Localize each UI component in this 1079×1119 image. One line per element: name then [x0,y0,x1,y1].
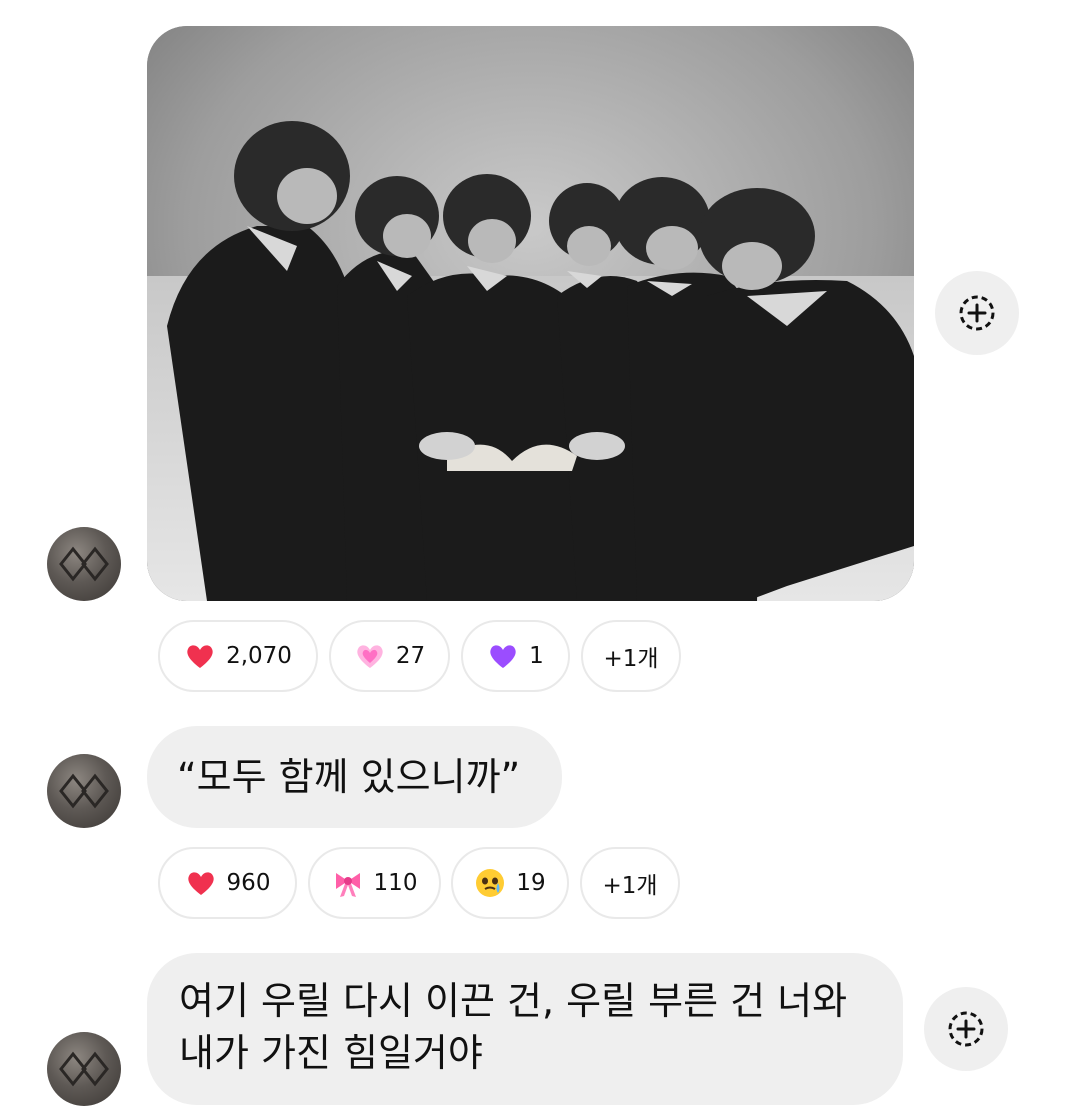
add-reaction-icon [959,295,995,331]
logo-icon [59,773,109,809]
reaction-chip[interactable]: 110 [308,847,441,919]
reaction-count: 1 [529,643,544,669]
avatar[interactable] [47,754,121,828]
add-reaction-icon [948,1011,984,1047]
reaction-chip[interactable]: 2,070 [158,620,318,692]
avatar[interactable] [47,527,121,601]
group-photo-image [147,26,914,601]
more-reactions-label: +1개 [603,646,659,672]
more-reactions-chip[interactable]: +1개 [580,847,680,919]
more-reactions-label: +1개 [602,873,658,899]
logo-icon [59,1051,109,1087]
red-heart-icon [185,867,217,899]
reaction-chip[interactable]: 1 [461,620,570,692]
red-heart-icon [184,640,216,672]
message-text: “모두 함께 있으니까” [177,755,521,799]
purple-heart-icon [487,640,519,672]
reaction-count: 27 [395,643,426,669]
more-reactions-chip[interactable]: +1개 [581,620,681,692]
reaction-chip[interactable]: 27 [329,620,450,692]
chat-thread: 2,070 27 1 +1개 “모두 함께 있으니까” 960 110 19 +… [0,0,1079,1119]
add-reaction-button[interactable] [924,987,1008,1071]
photo-message[interactable] [147,26,914,601]
reaction-count: 110 [373,870,418,896]
reaction-count: 19 [516,870,546,896]
add-reaction-button[interactable] [935,271,1019,355]
reaction-count: 960 [226,870,271,896]
ribbon-icon [332,867,364,899]
reaction-chip[interactable]: 19 [451,847,569,919]
message-text-line: 내가 가진 힘일거야 [179,1031,483,1075]
message-text-line: 여기 우릴 다시 이끈 건, 우릴 부른 건 너와 [179,979,848,1023]
avatar[interactable] [47,1032,121,1106]
text-message[interactable]: “모두 함께 있으니까” [147,726,562,828]
reaction-count: 2,070 [226,643,292,669]
text-message[interactable]: 여기 우릴 다시 이끈 건, 우릴 부른 건 너와 내가 가진 힘일거야 [147,953,903,1105]
growing-heart-icon [354,640,386,672]
reaction-chip[interactable]: 960 [158,847,297,919]
logo-icon [59,546,109,582]
face-holding-back-tears-icon [474,867,506,899]
